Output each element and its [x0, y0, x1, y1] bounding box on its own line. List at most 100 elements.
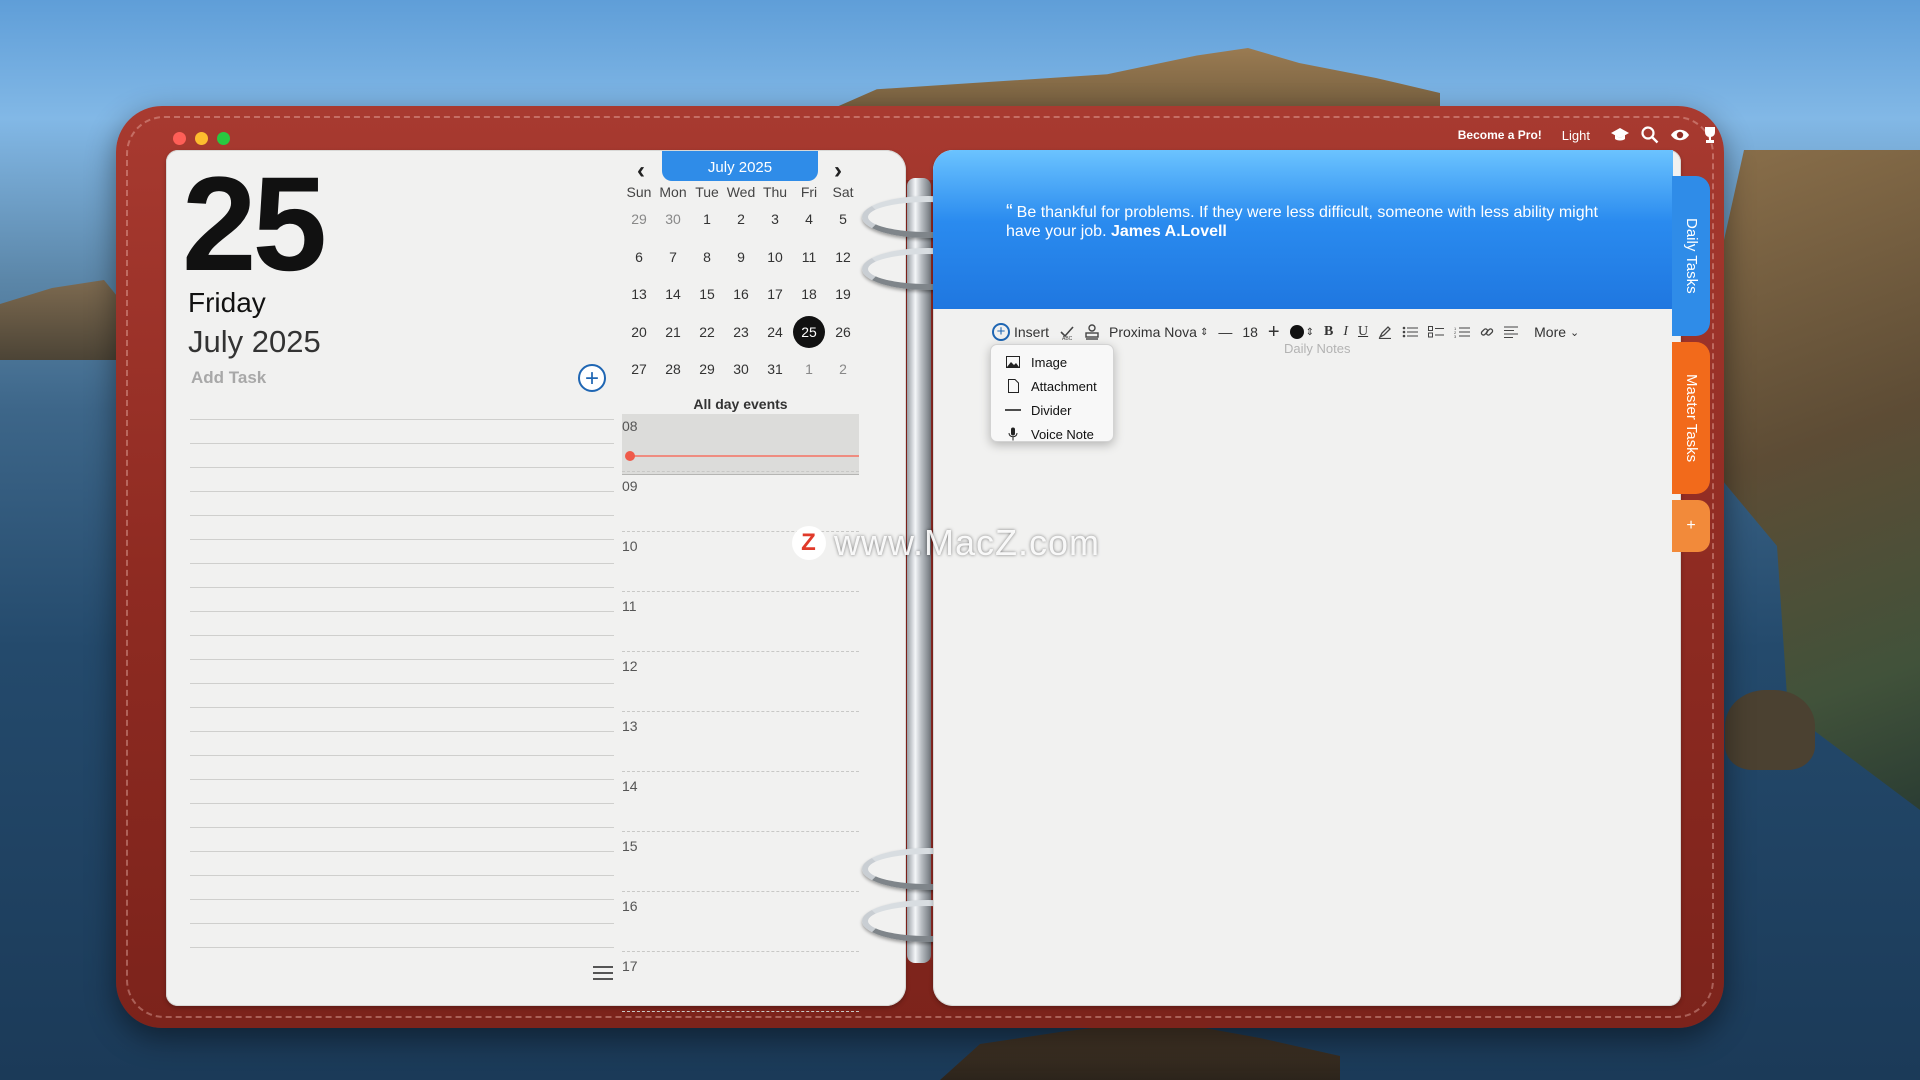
watermark: Z www.MacZ.com: [792, 522, 1100, 564]
calendar-day[interactable]: 11: [792, 242, 826, 280]
updown-chevron-icon: ⇕: [1199, 326, 1209, 338]
calendar-day[interactable]: 7: [656, 242, 690, 280]
calendar-day[interactable]: 16: [724, 279, 758, 317]
calendar-day[interactable]: 20: [622, 317, 656, 355]
calendar-day[interactable]: 3: [758, 204, 792, 242]
add-task-button[interactable]: +: [578, 364, 606, 392]
calendar-day[interactable]: 29: [622, 204, 656, 242]
insert-image-label: Image: [1031, 354, 1068, 370]
hour-slot[interactable]: 08: [622, 412, 859, 472]
hour-slot[interactable]: 15: [622, 832, 859, 892]
calendar-day[interactable]: 22: [690, 317, 724, 355]
calendar-day[interactable]: 31: [758, 354, 792, 392]
search-icon[interactable]: [1640, 125, 1660, 145]
tab-daily-tasks[interactable]: Daily Tasks: [1672, 176, 1710, 336]
graduation-cap-icon[interactable]: [1610, 125, 1630, 145]
calendar-day-number: 13: [631, 286, 647, 303]
calendar-day-number: 21: [665, 323, 681, 340]
font-size-increase-button[interactable]: +: [1268, 320, 1280, 344]
calendar-day[interactable]: 1: [792, 354, 826, 392]
calendar-day[interactable]: 13: [622, 279, 656, 317]
chevron-down-icon: ⌄: [1570, 326, 1580, 339]
become-pro-button[interactable]: Become a Pro!: [1458, 128, 1542, 142]
font-size-value[interactable]: 18: [1242, 320, 1258, 344]
calendar-month-label[interactable]: July 2025: [662, 151, 818, 181]
insert-button[interactable]: + Insert: [992, 320, 1049, 344]
window-minimize-button[interactable]: [195, 132, 208, 145]
calendar-day[interactable]: 4: [792, 204, 826, 242]
calendar-day-selected[interactable]: 25: [792, 315, 826, 355]
calendar-day-number: 30: [733, 361, 749, 378]
insert-attachment-item[interactable]: Attachment: [991, 375, 1113, 397]
calendar-day[interactable]: 14: [656, 279, 690, 317]
task-list-lines[interactable]: [190, 396, 614, 951]
tab-master-tasks[interactable]: Master Tasks: [1672, 342, 1710, 494]
calendar-day[interactable]: 21: [656, 317, 690, 355]
daily-notes-editor[interactable]: Daily Notes: [1284, 341, 1350, 356]
add-tab-button[interactable]: +: [1672, 500, 1710, 552]
calendar-day[interactable]: 9: [724, 242, 758, 280]
spellcheck-icon[interactable]: ABC: [1059, 320, 1075, 344]
hour-slot[interactable]: 11: [622, 592, 859, 652]
calendar-day[interactable]: 17: [758, 279, 792, 317]
insert-image-item[interactable]: Image: [991, 351, 1113, 373]
hour-slot[interactable]: 12: [622, 652, 859, 712]
theme-toggle-button[interactable]: Light: [1562, 128, 1590, 143]
hour-label: 11: [622, 598, 637, 614]
calendar-day[interactable]: 5: [826, 204, 860, 242]
calendar-day[interactable]: 12: [826, 242, 860, 280]
calendar-day[interactable]: 1: [690, 204, 724, 242]
add-task-input[interactable]: Add Task: [191, 368, 266, 388]
calendar-day-number: 6: [635, 248, 643, 265]
mini-calendar: Sun Mon Tue Wed Thu Fri Sat 29 30 1 2 3 4 5 6 7 8 9 10 11 12…: [622, 184, 860, 392]
calendar-day[interactable]: 2: [724, 204, 758, 242]
calendar-day[interactable]: 15: [690, 279, 724, 317]
calendar-day[interactable]: 23: [724, 317, 758, 355]
calendar-day[interactable]: 30: [656, 204, 690, 242]
trophy-icon[interactable]: [1700, 125, 1720, 145]
font-family-select[interactable]: Proxima Nova ⇕: [1109, 320, 1208, 344]
updown-chevron-icon: ⇕: [1305, 326, 1314, 338]
numbered-list-icon[interactable]: 123: [1454, 320, 1471, 344]
calendar-prev-button[interactable]: ‹: [629, 159, 653, 184]
window-zoom-button[interactable]: [217, 132, 230, 145]
hour-slot[interactable]: 16: [622, 892, 859, 952]
eye-icon[interactable]: [1670, 125, 1690, 145]
calendar-day[interactable]: 2: [826, 354, 860, 392]
highlight-icon[interactable]: [1378, 320, 1392, 344]
checklist-icon[interactable]: [1428, 320, 1445, 344]
insert-divider-item[interactable]: Divider: [991, 399, 1113, 421]
watermark-text: www.MacZ.com: [834, 522, 1101, 563]
svg-text:3: 3: [1454, 334, 1457, 338]
calendar-day[interactable]: 30: [724, 354, 758, 392]
calendar-day[interactable]: 29: [690, 354, 724, 392]
hour-slot[interactable]: 13: [622, 712, 859, 772]
calendar-day[interactable]: 28: [656, 354, 690, 392]
hamburger-menu-icon[interactable]: [593, 966, 613, 980]
insert-voice-note-item[interactable]: Voice Note: [991, 423, 1113, 445]
link-icon[interactable]: [1480, 320, 1494, 344]
calendar-day[interactable]: 10: [758, 242, 792, 280]
calendar-day[interactable]: 18: [792, 279, 826, 317]
hour-slot[interactable]: 17: [622, 952, 859, 1012]
stamp-icon[interactable]: [1085, 320, 1099, 344]
calendar-day[interactable]: 8: [690, 242, 724, 280]
more-menu-button[interactable]: More ⌄: [1534, 320, 1579, 344]
calendar-day[interactable]: 27: [622, 354, 656, 392]
calendar-weekday-header: Mon: [659, 184, 687, 200]
calendar-day[interactable]: 6: [622, 242, 656, 280]
calendar-day[interactable]: 19: [826, 279, 860, 317]
align-icon[interactable]: [1504, 320, 1519, 344]
insert-voice-note-label: Voice Note: [1031, 426, 1094, 442]
bullet-list-icon[interactable]: [1402, 320, 1419, 344]
calendar-day-number: 29: [699, 361, 715, 378]
hour-label: 14: [622, 778, 638, 794]
calendar-day[interactable]: 26: [826, 317, 860, 355]
window-close-button[interactable]: [173, 132, 186, 145]
underline-icon[interactable]: U: [1358, 320, 1368, 344]
hour-slot[interactable]: 14: [622, 772, 859, 832]
calendar-day[interactable]: 24: [758, 317, 792, 355]
calendar-next-button[interactable]: ›: [826, 159, 850, 184]
font-size-decrease-button[interactable]: —: [1218, 320, 1232, 344]
calendar-day-number: 2: [737, 211, 745, 227]
